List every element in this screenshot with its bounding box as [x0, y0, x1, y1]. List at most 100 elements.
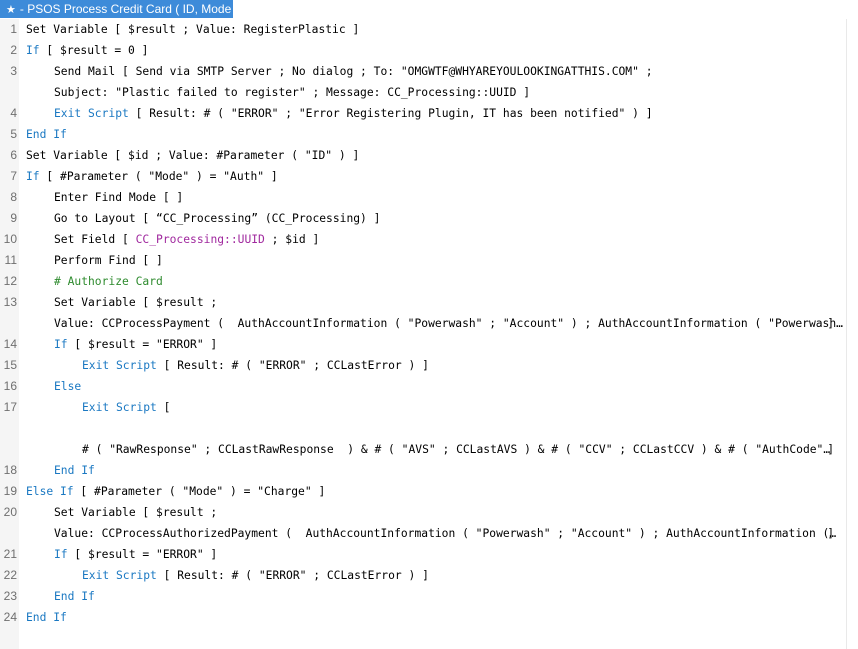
step-text: Set Variable [ $result ; [54, 296, 218, 309]
script-step-row[interactable]: 8 Enter Find Mode [ ] [0, 187, 858, 208]
script-step-row[interactable]: 16 Else [0, 376, 858, 397]
line-number: 16 [3, 379, 17, 393]
script-editor[interactable]: 1 Set Variable [ $result ; Value: Registe… [0, 19, 858, 649]
control-keyword: End If [26, 128, 67, 141]
closing-bracket: ] [827, 443, 834, 456]
script-step-text: If [ $result = 0 ] [26, 40, 148, 61]
line-number: 18 [3, 463, 17, 477]
script-step-row[interactable]: Value: CCProcessPayment ( AuthAccountInf… [0, 313, 858, 334]
script-step-row[interactable]: 4 Exit Script [ Result: # ( "ERROR" ; "Er… [0, 103, 858, 124]
script-step-text: If [ $result = "ERROR" ] [54, 544, 217, 565]
script-step-row[interactable]: 21 If [ $result = "ERROR" ] [0, 544, 858, 565]
tab-title: - PSOS Process Credit Card ( ID, Mode ) [19, 2, 239, 16]
script-step-text: End If [26, 607, 67, 628]
script-step-row[interactable]: 9 Go to Layout [ “CC_Processing” (CC_Proc… [0, 208, 858, 229]
script-step-text: Value: CCProcessAuthorizedPayment ( Auth… [54, 523, 836, 544]
script-step-row[interactable]: Value: CCProcessAuthorizedPayment ( Auth… [0, 523, 858, 544]
tab-psos-process-credit-card[interactable]: ★ - PSOS Process Credit Card ( ID, Mode … [0, 0, 239, 18]
control-keyword: If [26, 44, 40, 57]
line-number: 20 [3, 505, 17, 519]
script-step-row[interactable]: 17 Exit Script [ [0, 397, 858, 418]
script-step-row[interactable]: 10 Set Field [ CC_Processing::UUID ; $id … [0, 229, 858, 250]
script-step-text: Exit Script [ Result: # ( "ERROR" ; "Err… [54, 103, 653, 124]
script-step-text: Value: CCProcessPayment ( AuthAccountInf… [54, 313, 843, 334]
control-keyword: End If [54, 464, 95, 477]
script-step-row[interactable]: 24 End If [0, 607, 858, 628]
script-step-row[interactable]: 6 Set Variable [ $id ; Value: #Parameter … [0, 145, 858, 166]
script-steps: 1 Set Variable [ $result ; Value: Registe… [0, 19, 858, 628]
script-step-row[interactable]: 2 If [ $result = 0 ] [0, 40, 858, 61]
script-step-row[interactable]: 22 Exit Script [ Result: # ( "ERROR" ; CC… [0, 565, 858, 586]
script-step-row[interactable]: 11 Perform Find [ ] [0, 250, 858, 271]
line-number: 7 [10, 169, 17, 183]
line-number: 10 [3, 232, 17, 246]
script-step-text: Subject: "Plastic failed to register" ; … [54, 82, 530, 103]
line-number: 22 [3, 568, 17, 582]
script-step-row[interactable]: 7 If [ #Parameter ( "Mode" ) = "Auth" ] [0, 166, 858, 187]
script-step-text: Set Variable [ $result ; [54, 502, 217, 523]
step-text: [ Result: # ( "ERROR" ; CCLastError ) ] [156, 359, 429, 372]
control-keyword: Exit Script [54, 107, 129, 120]
script-step-row[interactable]: 3 Send Mail [ Send via SMTP Server ; No d… [0, 61, 858, 82]
line-number: 11 [4, 253, 17, 267]
control-keyword: Else [54, 380, 82, 393]
step-text: Send Mail [ Send via SMTP Server ; No di… [54, 65, 653, 78]
script-step-row[interactable] [0, 418, 858, 439]
line-number: 24 [3, 610, 17, 624]
step-text: Enter Find Mode [ ] [54, 191, 184, 204]
step-text: Go to Layout [ “CC_Processing” (CC_Proce… [54, 212, 381, 225]
line-number: 19 [3, 484, 17, 498]
control-keyword: Exit Script [82, 359, 157, 372]
line-number: 14 [3, 337, 17, 351]
script-step-text: Exit Script [ [82, 397, 170, 418]
step-text: # ( "RawResponse" ; CCLastRawResponse ) … [82, 443, 831, 456]
control-keyword: Exit Script [82, 401, 157, 414]
script-step-row[interactable]: 18 End If [0, 460, 858, 481]
line-number: 4 [10, 106, 17, 120]
line-number: 23 [3, 589, 17, 603]
script-step-text: Set Field [ CC_Processing::UUID ; $id ] [54, 229, 319, 250]
script-step-row[interactable]: # ( "RawResponse" ; CCLastRawResponse ) … [0, 439, 858, 460]
script-step-text: Set Variable [ $result ; [54, 292, 217, 313]
line-number: 15 [3, 358, 17, 372]
line-number: 17 [3, 400, 17, 414]
editor-right-divider [846, 19, 847, 649]
script-step-row[interactable]: 20 Set Variable [ $result ; [0, 502, 858, 523]
script-step-row[interactable]: 14 If [ $result = "ERROR" ] [0, 334, 858, 355]
script-step-text: Exit Script [ Result: # ( "ERROR" ; CCLa… [82, 355, 429, 376]
script-step-text: Set Variable [ $result ; Value: Register… [26, 19, 359, 40]
script-step-row[interactable]: 23 End If [0, 586, 858, 607]
line-number: 1 [10, 22, 17, 36]
line-number: 9 [10, 211, 17, 225]
line-number: 2 [10, 43, 17, 57]
script-step-row[interactable]: 12 # Authorize Card [0, 271, 858, 292]
script-step-row[interactable]: 1 Set Variable [ $result ; Value: Registe… [0, 19, 858, 40]
tab-bar: ★ - PSOS Process Credit Card ( ID, Mode … [0, 0, 858, 19]
control-keyword: Else If [26, 485, 74, 498]
step-text: [ [156, 401, 171, 414]
control-keyword: If [54, 548, 68, 561]
script-step-row[interactable]: 19 Else If [ #Parameter ( "Mode" ) = "Cha… [0, 481, 858, 502]
script-step-text: # ( "RawResponse" ; CCLastRawResponse ) … [82, 439, 830, 460]
control-keyword: Exit Script [82, 569, 157, 582]
step-text: Perform Find [ ] [54, 254, 163, 267]
line-number: 21 [3, 547, 17, 561]
script-step-row[interactable]: Subject: "Plastic failed to register" ; … [0, 82, 858, 103]
comment-text: # Authorize Card [54, 275, 163, 288]
script-step-row[interactable]: 15 Exit Script [ Result: # ( "ERROR" ; CC… [0, 355, 858, 376]
step-text: [ #Parameter ( "Mode" ) = "Auth" ] [39, 170, 278, 183]
step-text: Subject: "Plastic failed to register" ; … [54, 86, 531, 99]
line-number: 3 [10, 64, 17, 78]
step-text: Set Variable [ $id ; Value: #Parameter (… [26, 149, 360, 162]
field-reference: CC_Processing::UUID [135, 233, 265, 246]
line-number: 12 [3, 274, 17, 288]
step-text: [ Result: # ( "ERROR" ; "Error Registeri… [128, 107, 653, 120]
line-number: 5 [10, 127, 17, 141]
control-keyword: End If [54, 590, 95, 603]
step-text: Value: CCProcessAuthorizedPayment ( Auth… [54, 527, 837, 540]
script-step-row[interactable]: 5 End If [0, 124, 858, 145]
line-number: 13 [3, 295, 17, 309]
step-text: Set Variable [ $result ; [54, 506, 218, 519]
script-step-row[interactable]: 13 Set Variable [ $result ; [0, 292, 858, 313]
script-step-text: Send Mail [ Send via SMTP Server ; No di… [54, 61, 653, 82]
